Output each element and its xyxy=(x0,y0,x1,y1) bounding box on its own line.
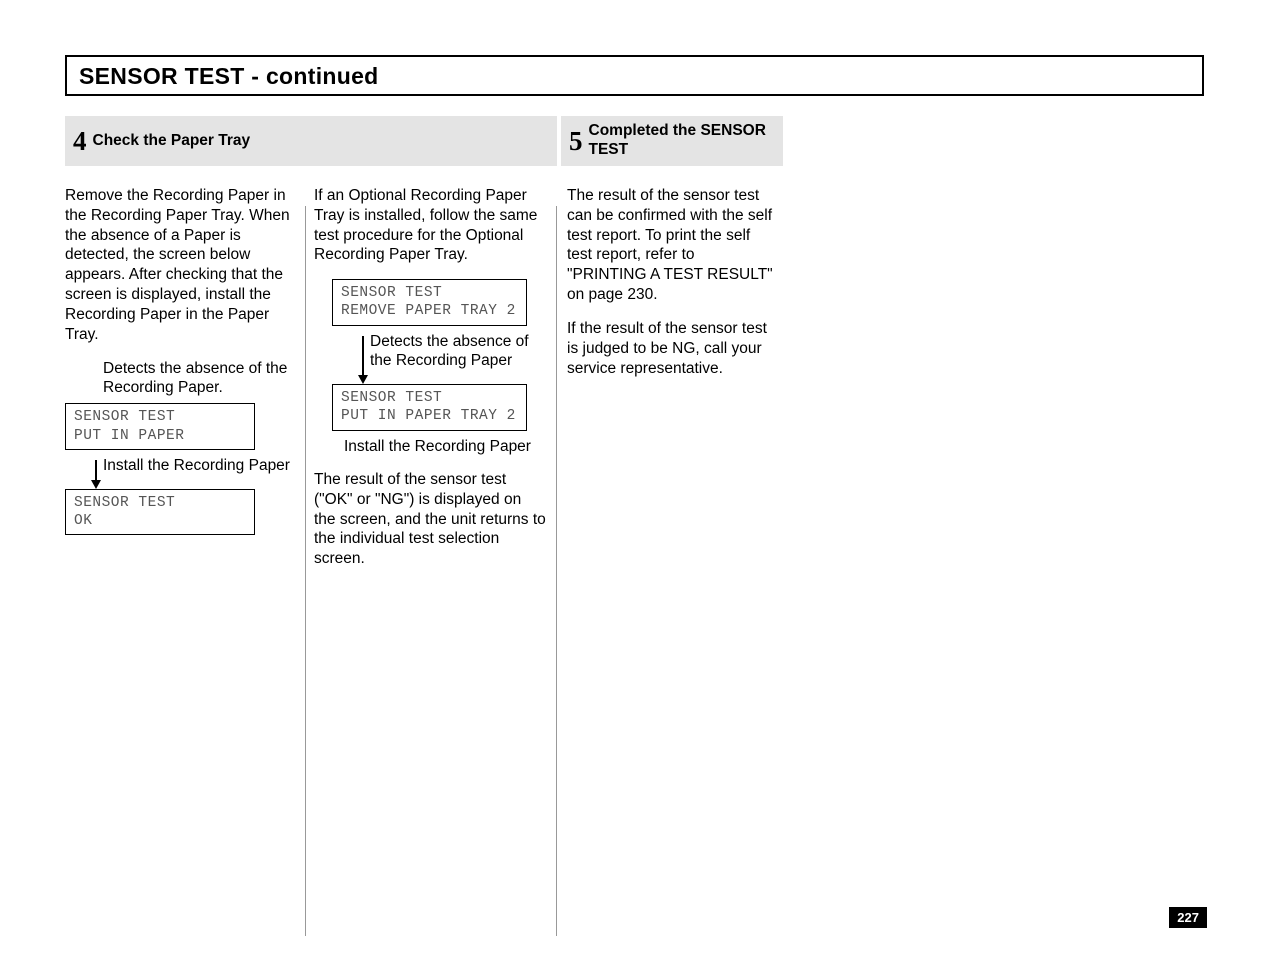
step5-para1: The result of the sensor test can be con… xyxy=(567,186,774,305)
step5-header: 5 Completed the SENSOR TEST xyxy=(561,116,783,166)
lcd-line: SENSOR TEST xyxy=(74,494,246,512)
lcd-display-remove-tray2: SENSOR TEST REMOVE PAPER TRAY 2 xyxy=(332,279,527,325)
step5-number: 5 xyxy=(569,128,583,155)
section-title-box: SENSOR TEST - continued xyxy=(65,55,1204,96)
step5-para2: If the result of the sensor test is judg… xyxy=(567,319,774,378)
lcd-line: OK xyxy=(74,512,246,530)
step4-colB-caption2: Install the Recording Paper xyxy=(344,437,546,456)
step4-colB-caption1: Detects the absence of the Recording Pap… xyxy=(370,332,546,371)
lcd-display-put-in-paper: SENSOR TEST PUT IN PAPER xyxy=(65,403,255,449)
step4-colA-para1: Remove the Recording Paper in the Record… xyxy=(65,186,295,345)
lcd-line: PUT IN PAPER TRAY 2 xyxy=(341,407,518,425)
step4-colB-para2: The result of the sensor test ("OK" or "… xyxy=(314,470,546,569)
column-b: If an Optional Recording Paper Tray is i… xyxy=(306,186,556,936)
lcd-line: REMOVE PAPER TRAY 2 xyxy=(341,302,518,320)
page-number: 227 xyxy=(1169,907,1207,928)
column-c: The result of the sensor test can be con… xyxy=(557,186,784,936)
step4-header: 4 Check the Paper Tray xyxy=(65,116,557,166)
section-title: SENSOR TEST - continued xyxy=(79,63,1190,90)
step4-colA-caption1: Detects the absence of the Recording Pap… xyxy=(103,359,295,398)
step5-title: Completed the SENSOR TEST xyxy=(589,122,776,159)
step4-number: 4 xyxy=(73,128,87,155)
lcd-line: SENSOR TEST xyxy=(74,408,246,426)
step4-colB-para1: If an Optional Recording Paper Tray is i… xyxy=(314,186,546,265)
step4-colA-caption2: Install the Recording Paper xyxy=(103,456,295,475)
lcd-display-put-in-tray2: SENSOR TEST PUT IN PAPER TRAY 2 xyxy=(332,384,527,430)
column-a: Remove the Recording Paper in the Record… xyxy=(65,186,305,936)
lcd-line: PUT IN PAPER xyxy=(74,427,246,445)
content-columns: Remove the Recording Paper in the Record… xyxy=(65,186,1204,936)
step-header-row: 4 Check the Paper Tray 5 Completed the S… xyxy=(65,116,783,166)
lcd-line: SENSOR TEST xyxy=(341,389,518,407)
lcd-display-ok: SENSOR TEST OK xyxy=(65,489,255,535)
lcd-line: SENSOR TEST xyxy=(341,284,518,302)
step4-title: Check the Paper Tray xyxy=(93,132,251,151)
